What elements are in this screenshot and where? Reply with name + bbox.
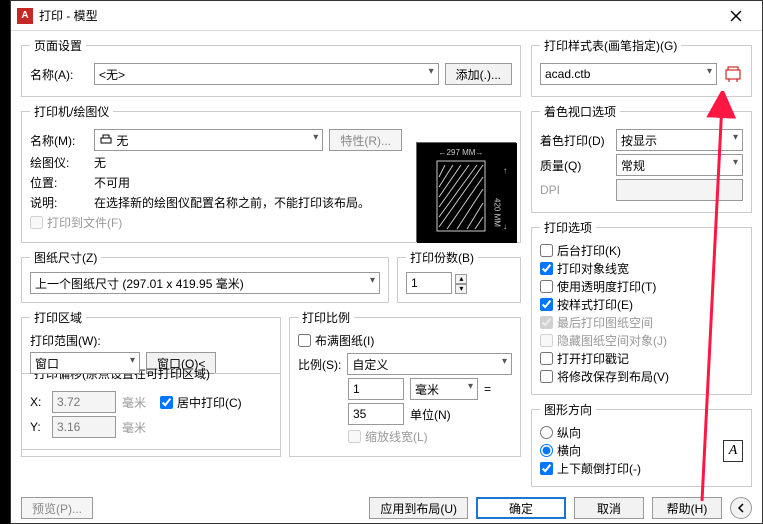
offset-x-label: X: — [30, 395, 46, 409]
offset-y-input: 3.16 — [52, 416, 116, 438]
shade-quality-select[interactable]: 常规 — [616, 154, 743, 176]
shade-dpi-label: DPI — [540, 183, 610, 197]
paper-size-select[interactable]: 上一个图纸尺寸 (297.01 x 419.95 毫米) — [30, 272, 380, 294]
printer-group: 打印机/绘图仪 名称(M): 无 特性(R)... 绘图仪: 无 — [21, 103, 521, 243]
scale-num2-input[interactable]: 35 — [348, 403, 404, 425]
scale-equals: = — [484, 382, 491, 396]
shade-quality-label: 质量(Q) — [540, 157, 610, 174]
chevron-left-icon — [736, 503, 746, 513]
shade-print-label: 着色打印(D) — [540, 132, 610, 149]
opt-paperspace-last-checkbox: 最后打印图纸空间 — [540, 314, 653, 331]
description-value: 在选择新的绘图仪配置名称之前，不能打印该布局。 — [94, 194, 402, 211]
svg-text:↓: ↓ — [503, 222, 507, 231]
close-button[interactable] — [716, 2, 756, 30]
opt-plot-stamp-checkbox[interactable]: 打开打印戳记 — [540, 350, 629, 367]
orientation-group: 图形方向 纵向 横向 上下颠倒打印(-) A — [531, 401, 752, 487]
svg-text:420 MM: 420 MM — [493, 198, 502, 227]
paper-preview: ←297 MM→ ↑ 420 MM ↓ — [416, 142, 516, 242]
shade-viewport-group: 着色视口选项 着色打印(D) 按显示 质量(Q) 常规 DPI — [531, 103, 752, 213]
offset-x-unit: 毫米 — [122, 394, 146, 411]
offset-y-label: Y: — [30, 420, 46, 434]
location-value: 不可用 — [94, 174, 130, 191]
apply-to-layout-button[interactable]: 应用到布局(U) — [369, 497, 468, 519]
orientation-icon: A — [723, 440, 743, 462]
plot-style-legend: 打印样式表(画笔指定)(G) — [540, 37, 681, 54]
description-label: 说明: — [30, 194, 88, 211]
preview-button[interactable]: 预览(P)... — [21, 497, 93, 519]
plotter-value: 无 — [94, 154, 106, 171]
app-logo-icon: A — [17, 8, 33, 24]
page-setup-legend: 页面设置 — [30, 37, 86, 54]
paper-size-group: 图纸尺寸(Z) 上一个图纸尺寸 (297.01 x 419.95 毫米) — [21, 249, 389, 303]
copies-up-button[interactable]: ▴ — [455, 274, 467, 284]
orient-landscape-radio[interactable]: 横向 — [540, 442, 581, 459]
shade-dpi-input — [616, 179, 743, 201]
add-page-setup-button[interactable]: 添加(.)... — [445, 63, 512, 85]
scale-ratio-label: 比例(S): — [298, 356, 341, 373]
fit-to-paper-checkbox[interactable]: 布满图纸(I) — [298, 332, 374, 349]
orient-upside-down-checkbox[interactable]: 上下颠倒打印(-) — [540, 460, 641, 477]
page-name-label: 名称(A): — [30, 66, 88, 83]
print-offset-group: 打印偏移(原点设置在可打印区域) X: 3.72 毫米 居中打印(C) Y: 3… — [21, 365, 281, 450]
printer-properties-button[interactable]: 特性(R)... — [329, 129, 402, 151]
print-scope-label: 打印范围(W): — [30, 332, 272, 349]
plot-style-group: 打印样式表(画笔指定)(G) acad.ctb — [531, 37, 752, 97]
orientation-legend: 图形方向 — [540, 401, 596, 418]
printer-legend: 打印机/绘图仪 — [30, 103, 113, 120]
opt-background-checkbox[interactable]: 后台打印(K) — [540, 242, 621, 259]
offset-x-input: 3.72 — [52, 391, 116, 413]
help-button[interactable]: 帮助(H) — [652, 497, 722, 519]
copies-legend: 打印份数(B) — [406, 249, 478, 266]
printer-icon — [99, 134, 113, 146]
scale-unit1-select[interactable]: 毫米 — [410, 378, 478, 400]
scale-lineweight-checkbox[interactable]: 缩放线宽(L) — [348, 428, 428, 445]
plot-style-select[interactable]: acad.ctb — [540, 63, 717, 85]
shade-print-select[interactable]: 按显示 — [616, 129, 743, 151]
plotter-label: 绘图仪: — [30, 154, 88, 171]
offset-y-unit: 毫米 — [122, 419, 146, 436]
location-label: 位置: — [30, 174, 88, 191]
svg-text:↑: ↑ — [503, 166, 507, 175]
opt-hide-paperspace-checkbox: 隐藏图纸空间对象(J) — [540, 332, 667, 349]
printer-name-label: 名称(M): — [30, 132, 88, 149]
scale-num1-input[interactable]: 1 — [348, 378, 404, 400]
print-dialog: A 打印 - 模型 页面设置 名称(A): <无> 添加(.)... 打印机/绘… — [10, 0, 763, 524]
titlebar: A 打印 - 模型 — [11, 1, 762, 31]
copies-input[interactable]: 1 — [406, 272, 452, 294]
collapse-button[interactable] — [730, 497, 752, 519]
print-to-file-checkbox[interactable]: 打印到文件(F) — [30, 214, 122, 231]
orient-portrait-radio[interactable]: 纵向 — [540, 424, 581, 441]
opt-save-layout-checkbox[interactable]: 将修改保存到布局(V) — [540, 368, 669, 385]
scale-ratio-select[interactable]: 自定义 — [347, 353, 512, 375]
page-setup-group: 页面设置 名称(A): <无> 添加(.)... — [21, 37, 521, 97]
cancel-button[interactable]: 取消 — [574, 497, 644, 519]
plot-options-group: 打印选项 后台打印(K) 打印对象线宽 使用透明度打印(T) 按样式打印(E) … — [531, 219, 752, 395]
copies-group: 打印份数(B) 1 ▴ ▾ — [397, 249, 521, 303]
print-scale-legend: 打印比例 — [298, 309, 354, 326]
copies-down-button[interactable]: ▾ — [455, 284, 467, 294]
paper-size-legend: 图纸尺寸(Z) — [30, 249, 101, 266]
print-scale-group: 打印比例 布满图纸(I) 比例(S): 自定义 1 毫米 = — [289, 309, 521, 457]
center-print-checkbox[interactable]: 居中打印(C) — [160, 394, 242, 411]
edit-plot-style-button[interactable] — [723, 64, 743, 84]
window-title: 打印 - 模型 — [39, 7, 716, 24]
svg-text:←297 MM→: ←297 MM→ — [439, 148, 484, 157]
print-area-legend: 打印区域 — [30, 309, 86, 326]
opt-transparency-checkbox[interactable]: 使用透明度打印(T) — [540, 278, 656, 295]
opt-style-checkbox[interactable]: 按样式打印(E) — [540, 296, 633, 313]
ok-button[interactable]: 确定 — [476, 497, 566, 519]
scale-unit2-label: 单位(N) — [410, 406, 480, 423]
opt-lineweight-checkbox[interactable]: 打印对象线宽 — [540, 260, 629, 277]
shade-viewport-legend: 着色视口选项 — [540, 103, 620, 120]
print-scope-select[interactable]: 窗口 — [30, 352, 140, 374]
plot-options-legend: 打印选项 — [540, 219, 596, 236]
page-name-select[interactable]: <无> — [94, 63, 439, 85]
printer-name-select[interactable]: 无 — [94, 129, 323, 151]
